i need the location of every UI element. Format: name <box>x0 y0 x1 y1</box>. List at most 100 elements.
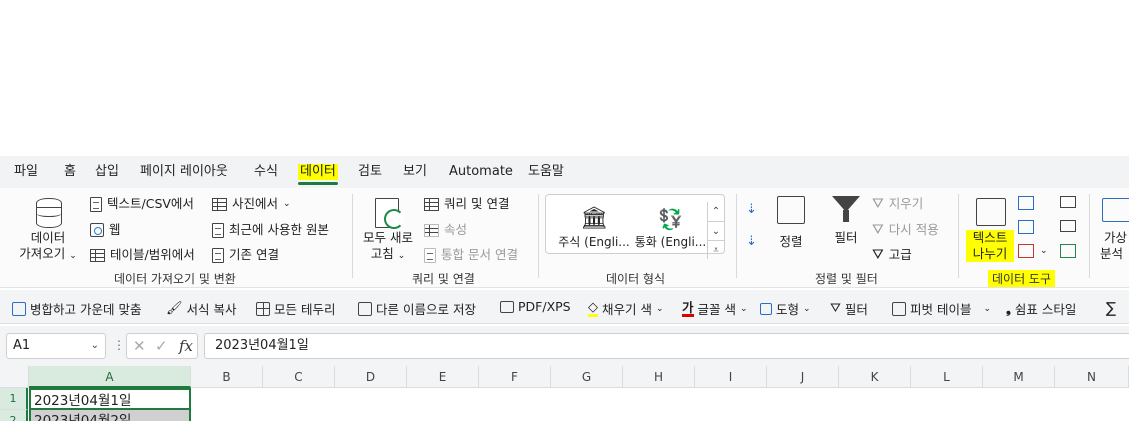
comma-style-button[interactable]: ❟ 쉼표 스타일 <box>1006 299 1076 318</box>
get-data-label-2: 가져오기 <box>19 246 66 261</box>
autosum-button[interactable]: ∑ <box>1106 299 1116 317</box>
column-header-n[interactable]: N <box>1055 366 1129 388</box>
column-header-g[interactable]: G <box>551 366 623 388</box>
all-borders-button[interactable]: 모든 테두리 <box>256 299 335 318</box>
reapply-button[interactable]: ⛛ 다시 적용 <box>872 222 939 238</box>
tab-help[interactable]: 도움말 <box>528 164 564 180</box>
sort-ascending-icon[interactable]: ⇣ <box>746 202 757 217</box>
properties-button[interactable]: 속성 <box>424 222 467 238</box>
what-if-analysis-button[interactable]: 가상 분석 <box>1100 230 1129 262</box>
column-header-c[interactable]: C <box>263 366 335 388</box>
recent-sources-button[interactable]: 최근에 사용한 원본 <box>212 222 329 238</box>
more-options-icon[interactable]: ⋮ <box>113 338 125 352</box>
reapply-label: 다시 적용 <box>888 222 939 237</box>
font-color-label: 글꼴 색 <box>697 302 736 317</box>
save-as-button[interactable]: 다른 이름으로 저장 <box>358 299 476 318</box>
chevron-down-icon[interactable]: ⌄ <box>1040 246 1048 256</box>
picture-icon <box>212 197 227 211</box>
existing-connections-button[interactable]: 기존 연결 <box>212 247 279 263</box>
tab-formulas[interactable]: 수식 <box>254 164 278 180</box>
column-header-b[interactable]: B <box>191 366 263 388</box>
name-box-value: A1 <box>13 338 31 353</box>
advanced-label: 고급 <box>888 247 912 262</box>
column-header-f[interactable]: F <box>479 366 551 388</box>
column-header-d[interactable]: D <box>335 366 407 388</box>
sort-label: 정렬 <box>779 234 803 249</box>
from-web-button[interactable]: 웹 <box>90 222 121 238</box>
gallery-expand[interactable]: ⩡ <box>707 240 724 259</box>
chevron-down-icon[interactable]: ⌄ <box>91 334 99 358</box>
queries-connections-button[interactable]: 쿼리 및 연결 <box>424 196 509 212</box>
text-to-columns-button[interactable]: 텍스트 나누기 <box>966 230 1014 262</box>
insert-function-icon[interactable]: fx <box>179 337 193 355</box>
tab-file[interactable]: 파일 <box>14 164 38 180</box>
database-icon <box>36 198 62 228</box>
column-header-e[interactable]: E <box>407 366 479 388</box>
ribbon: 데이터 가져오기 ⌄ 텍스트/CSV에서 웹 테이블/범위에서 사진에서 ⌄ 최… <box>0 188 1129 288</box>
stocks-data-type-button[interactable]: 🏛 주식 (Engli... <box>555 193 633 253</box>
remove-duplicates-icon[interactable] <box>1018 220 1034 234</box>
column-header-h[interactable]: H <box>623 366 695 388</box>
merge-center-button[interactable]: 병합하고 가운데 맞춤 <box>12 299 141 318</box>
from-picture-button[interactable]: 사진에서 ⌄ <box>212 196 291 212</box>
enter-icon[interactable]: ✓ <box>155 337 168 355</box>
tab-view[interactable]: 보기 <box>403 164 427 180</box>
refresh-all-button[interactable]: 모두 새로 고침 ⌄ <box>360 230 416 264</box>
tab-page-layout[interactable]: 페이지 레이아웃 <box>140 164 228 180</box>
tab-review[interactable]: 검토 <box>358 164 382 180</box>
filter-button[interactable]: 필터 <box>830 230 862 246</box>
flash-fill-icon[interactable] <box>1018 196 1034 210</box>
relationships-icon[interactable] <box>1060 220 1076 232</box>
group-divider <box>538 194 539 278</box>
gallery-scroll-down[interactable]: ⌄ <box>707 221 724 240</box>
column-header-m[interactable]: M <box>983 366 1055 388</box>
existing-connections-icon <box>212 247 224 263</box>
advanced-filter-button[interactable]: ⛛ 고급 <box>872 247 912 263</box>
column-header-i[interactable]: I <box>695 366 767 388</box>
gallery-scroll-up[interactable]: ⌃ <box>707 202 724 221</box>
cell-a1[interactable]: 2023년04월1일 <box>29 388 191 410</box>
edit-links-button[interactable]: 통합 문서 연결 <box>424 247 518 263</box>
fill-color-label: 채우기 색 <box>602 302 652 317</box>
group-divider <box>958 194 959 278</box>
column-header-a[interactable]: A <box>29 366 191 388</box>
fill-color-button[interactable]: ◇ 채우기 색 ⌄ <box>588 299 664 318</box>
pdf-xps-button[interactable]: PDF/XPS <box>500 299 571 314</box>
from-table-button[interactable]: 테이블/범위에서 <box>90 247 195 263</box>
tab-automate[interactable]: Automate <box>449 164 513 180</box>
sort-button[interactable]: 정렬 <box>774 196 808 250</box>
get-data-button[interactable]: 데이터 가져오기 ⌄ <box>14 230 82 264</box>
column-header-l[interactable]: L <box>911 366 983 388</box>
formula-input[interactable]: 2023년04월1일 <box>204 333 1129 359</box>
properties-icon <box>424 223 439 237</box>
font-color-button[interactable]: 가 글꼴 색 ⌄ <box>682 299 748 318</box>
clear-filter-button[interactable]: ⛛ 지우기 <box>872 196 923 212</box>
cancel-icon[interactable]: ✕ <box>133 337 146 355</box>
column-header-j[interactable]: J <box>767 366 839 388</box>
consolidate-icon[interactable] <box>1060 196 1076 208</box>
currencies-data-type-button[interactable]: 💱 통화 (Engli... <box>633 193 708 253</box>
sort-icon <box>777 196 805 224</box>
table-icon <box>90 248 105 262</box>
pivot-table-button[interactable]: 피벗 테이블 ⌄ <box>892 299 991 318</box>
row-header-1[interactable]: 1 <box>0 388 28 410</box>
group-divider <box>352 194 353 278</box>
format-painter-button[interactable]: 🖌 서식 복사 <box>166 299 237 318</box>
tab-insert[interactable]: 삽입 <box>95 164 119 180</box>
shapes-button[interactable]: 도형 ⌄ <box>760 299 811 318</box>
select-all-corner[interactable] <box>0 366 29 388</box>
queries-icon <box>424 197 439 211</box>
name-box[interactable]: A1 ⌄ <box>6 333 106 359</box>
cell-a2[interactable]: 2023년04월2일 <box>29 410 191 421</box>
column-header-k[interactable]: K <box>839 366 911 388</box>
tab-home[interactable]: 홈 <box>64 164 76 180</box>
qat-filter-button[interactable]: ⛛ 필터 <box>830 299 868 318</box>
data-validation-icon[interactable] <box>1018 244 1034 258</box>
from-text-csv-button[interactable]: 텍스트/CSV에서 <box>90 196 194 212</box>
web-icon <box>90 223 104 237</box>
sort-descending-icon[interactable]: ⇣ <box>746 234 757 249</box>
tab-data[interactable]: 데이터 <box>298 164 338 185</box>
currencies-label: 통화 (Engli... <box>634 235 707 249</box>
data-model-icon[interactable] <box>1060 244 1076 258</box>
row-header-2[interactable]: 2 <box>0 410 28 421</box>
